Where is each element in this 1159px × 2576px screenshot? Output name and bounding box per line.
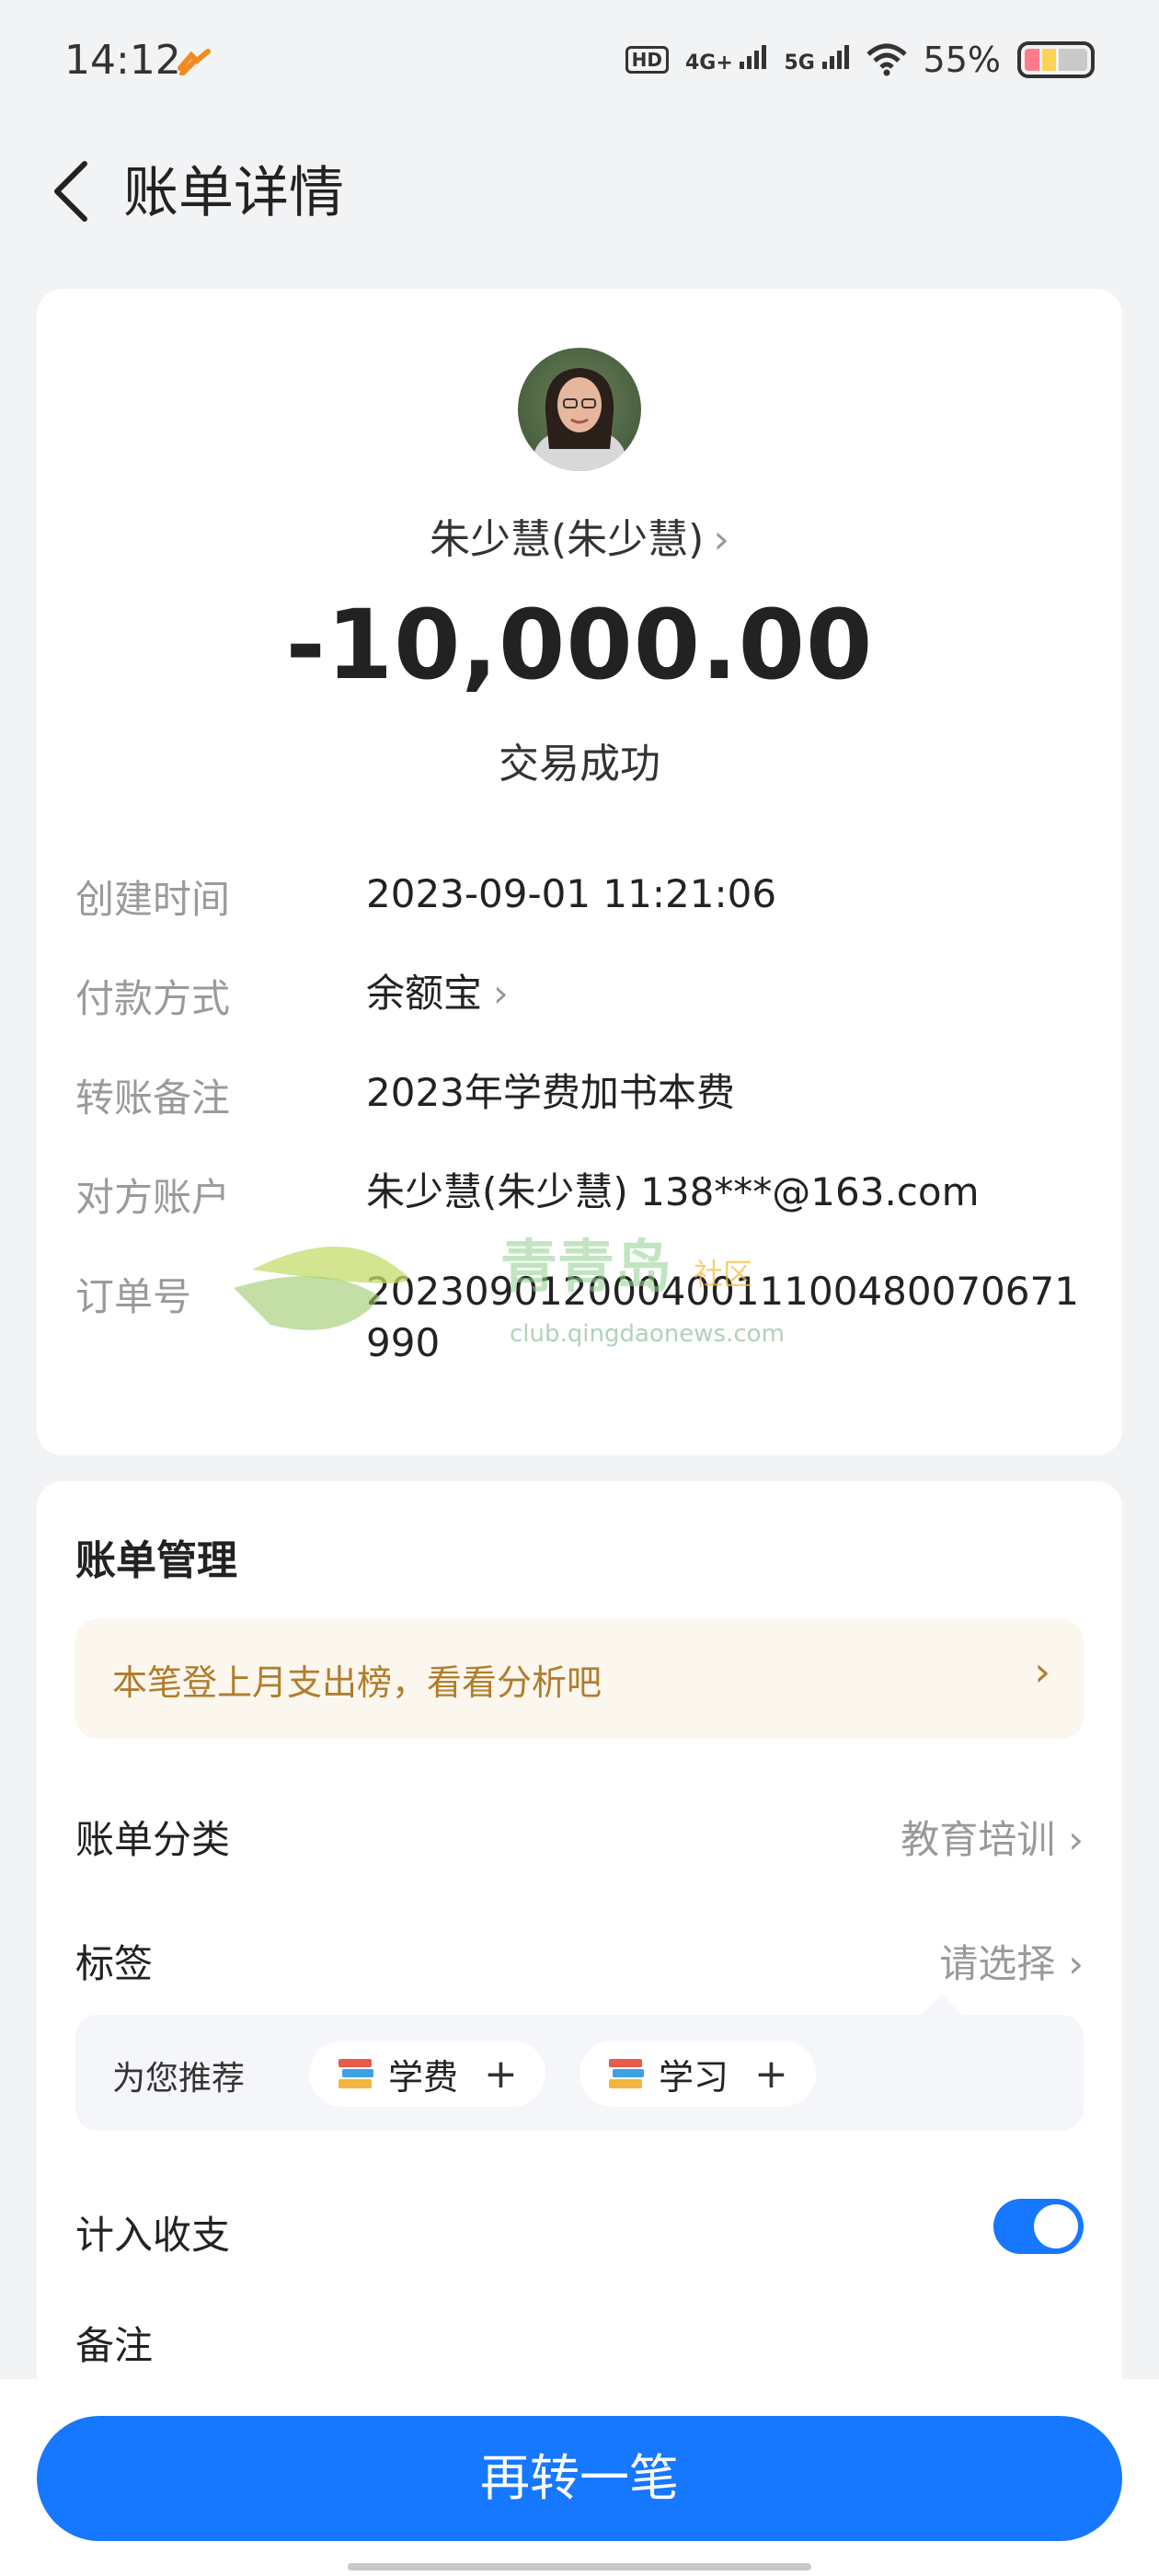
tag-select[interactable]: 请选择 › — [939, 1933, 1084, 1989]
tag-chip-study[interactable]: 学习 + — [580, 2041, 816, 2107]
detail-value: 2023-09-01 11:21:06 — [366, 871, 777, 916]
wifi-icon — [866, 43, 907, 76]
tag-chip-tuition[interactable]: 学费 + — [309, 2041, 545, 2107]
app-notification-icon — [178, 49, 211, 75]
chevron-right-icon: › — [1068, 1817, 1084, 1862]
tag-row[interactable]: 标签 请选择 › — [75, 1918, 1084, 2001]
recommend-tags: 为您推荐 学费 + 学习 + — [75, 2015, 1084, 2131]
recommend-label: 为您推荐 — [112, 2060, 246, 2098]
signal-4g-label: 4G+ — [685, 52, 733, 75]
section-title: 账单管理 — [75, 1537, 237, 1584]
transaction-status: 交易成功 — [499, 741, 660, 788]
include-in-budget-row: 计入收支 — [75, 2190, 1084, 2272]
avatar-photo — [534, 368, 625, 471]
books-icon — [339, 2059, 373, 2088]
detail-label: 订单号 — [75, 1274, 192, 1319]
category-value[interactable]: 教育培训 › — [901, 1809, 1084, 1865]
banner-text: 本笔登上月支出榜，看看分析吧 — [112, 1662, 602, 1703]
recommend-pointer — [920, 1995, 964, 2017]
signal-4g-icon: 4G+ — [685, 45, 767, 75]
chevron-right-icon: › — [493, 971, 509, 1016]
category-row[interactable]: 账单分类 教育培训 › — [75, 1794, 1084, 1877]
chevron-right-icon: › — [1068, 1941, 1084, 1986]
status-bar: 14:12 HD 4G+ 5G 55% — [0, 0, 1159, 125]
detail-value-link[interactable]: 余额宝 › — [366, 968, 1084, 1019]
detail-label: 转账备注 — [75, 1075, 231, 1121]
detail-value: 朱少慧(朱少慧) 138***@163.com — [366, 1169, 980, 1214]
transaction-amount: -10,000.00 — [285, 589, 874, 701]
plus-icon: + — [484, 2050, 518, 2098]
include-toggle[interactable] — [993, 2199, 1084, 2254]
include-label: 计入收支 — [75, 2213, 231, 2258]
transaction-card: 朱少慧(朱少慧) › -10,000.00 交易成功 创建时间 2023-09-0… — [37, 289, 1122, 1455]
avatar[interactable] — [518, 348, 641, 471]
status-time: 14:12 — [64, 37, 181, 84]
books-icon — [609, 2059, 644, 2088]
payee-name-link[interactable]: 朱少慧(朱少慧) › — [37, 506, 1122, 565]
back-button[interactable] — [37, 158, 103, 224]
payee-name: 朱少慧(朱少慧) — [430, 516, 705, 563]
note-label: 备注 — [75, 2323, 154, 2368]
spending-analysis-banner[interactable]: 本笔登上月支出榜，看看分析吧 › — [75, 1619, 1084, 1739]
bill-management-card: 账单管理 本笔登上月支出榜，看看分析吧 › 账单分类 教育培训 › 标签 请选择 ›… — [37, 1481, 1122, 2493]
detail-value: 2023年学费加书本费 — [366, 1070, 735, 1115]
chevron-left-icon — [54, 161, 87, 222]
tag-chip-label: 学习 — [659, 2056, 729, 2098]
status-icons: HD 4G+ 5G 55% — [625, 37, 1095, 83]
page-title: 账单详情 — [123, 161, 344, 225]
transfer-again-button[interactable]: 再转一笔 — [37, 2416, 1122, 2541]
tag-select-text: 请选择 — [939, 1941, 1056, 1986]
tag-label: 标签 — [75, 1941, 154, 1986]
category-label: 账单分类 — [75, 1817, 231, 1862]
tag-chip-label: 学费 — [388, 2056, 459, 2098]
toggle-knob — [1034, 2204, 1078, 2248]
header: 账单详情 — [0, 138, 1159, 248]
signal-5g-icon: 5G — [784, 45, 849, 75]
battery-icon — [1017, 41, 1095, 78]
signal-5g-label: 5G — [784, 52, 815, 75]
signal-bars-icon — [821, 45, 849, 69]
detail-value: 20230901200040011100480070671990 — [366, 1269, 1079, 1365]
bottom-bar: 再转一笔 — [0, 2379, 1159, 2576]
chevron-right-icon: › — [713, 516, 729, 563]
signal-bars-icon — [740, 45, 767, 69]
detail-label: 对方账户 — [75, 1175, 231, 1220]
payment-method-value: 余额宝 — [366, 971, 483, 1016]
category-value-text: 教育培训 — [901, 1817, 1056, 1862]
detail-label: 创建时间 — [75, 877, 231, 922]
plus-icon: + — [754, 2050, 788, 2098]
hd-icon: HD — [625, 46, 669, 74]
battery-percent: 55% — [923, 40, 1001, 80]
note-row[interactable]: 备注 — [75, 2300, 1084, 2383]
chevron-right-icon: › — [1034, 1649, 1050, 1696]
detail-label: 付款方式 — [75, 976, 231, 1021]
home-indicator[interactable] — [348, 2563, 811, 2570]
